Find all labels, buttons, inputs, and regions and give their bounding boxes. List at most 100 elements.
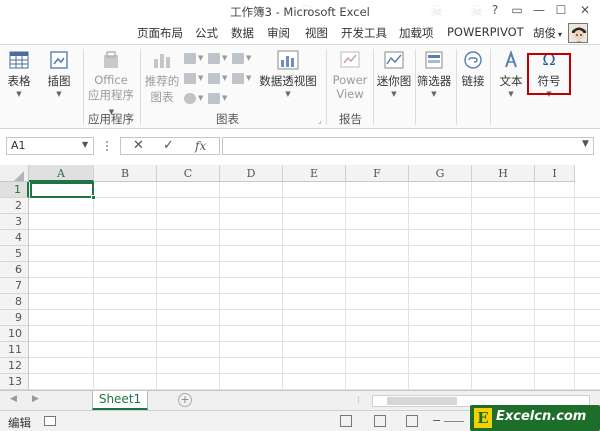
- tab-page-layout[interactable]: 页面布局: [137, 25, 183, 41]
- scatter-chart-icon[interactable]: [232, 73, 244, 84]
- column-header-f[interactable]: F: [346, 165, 409, 182]
- close-button[interactable]: ✕: [576, 1, 594, 19]
- zoom-out-button[interactable]: −: [432, 414, 441, 427]
- recommended-charts-label-line2: 图表: [150, 90, 174, 104]
- tab-developer[interactable]: 开发工具: [341, 25, 387, 41]
- chevron-down-icon: ▼: [198, 94, 204, 102]
- name-box[interactable]: A1: [6, 137, 94, 155]
- help-icon[interactable]: ?: [486, 1, 504, 19]
- chevron-down-icon: ▼: [508, 90, 514, 98]
- maximize-button[interactable]: ☐: [552, 1, 570, 19]
- worksheet-grid[interactable]: ABCDEFGHI 1 2 3 4 5 6 7 8 9 10 11 12 13: [0, 163, 600, 391]
- power-view-icon: [340, 51, 360, 68]
- chevron-down-icon: ▼: [285, 90, 291, 98]
- column-header-i[interactable]: I: [535, 165, 575, 182]
- formula-buttons: ✕ ✓ fx: [120, 137, 220, 155]
- row-header-1[interactable]: 1: [0, 182, 29, 198]
- row-header-10[interactable]: 10: [0, 326, 29, 342]
- line-chart-icon[interactable]: [208, 53, 220, 64]
- select-all-triangle-icon: [14, 171, 24, 181]
- pie-chart-icon[interactable]: [232, 53, 244, 64]
- other-charts-icon[interactable]: [208, 93, 220, 104]
- page-break-view-icon[interactable]: [406, 415, 418, 427]
- page-layout-view-icon[interactable]: [374, 415, 386, 427]
- row-header-3[interactable]: 3: [0, 214, 29, 230]
- row-header-11[interactable]: 11: [0, 342, 29, 358]
- normal-view-icon[interactable]: [340, 415, 352, 427]
- fill-handle[interactable]: [91, 195, 96, 200]
- select-all-corner[interactable]: [0, 165, 29, 182]
- row-header-9[interactable]: 9: [0, 310, 29, 326]
- radar-chart-icon[interactable]: [184, 93, 196, 104]
- sheet-tab-sheet1[interactable]: Sheet1: [92, 391, 148, 410]
- expand-formula-bar-icon[interactable]: ▼: [582, 139, 589, 149]
- text-button[interactable]: 文本 ▼: [496, 49, 526, 98]
- user-name[interactable]: 胡俊 ▾: [533, 25, 562, 41]
- next-sheet-icon[interactable]: ▶: [32, 394, 39, 404]
- links-button[interactable]: 链接: [458, 49, 488, 89]
- scrollbar-thumb[interactable]: [387, 397, 457, 405]
- row-gridline: [29, 293, 600, 294]
- zoom-slider[interactable]: [444, 421, 464, 422]
- column-header-d[interactable]: D: [220, 165, 283, 182]
- row-gridline: [29, 309, 600, 310]
- table-button[interactable]: 表格 ▼: [4, 49, 34, 98]
- macro-record-icon[interactable]: [44, 416, 56, 426]
- column-header-h[interactable]: H: [472, 165, 535, 182]
- formula-bar-grip[interactable]: [106, 141, 110, 151]
- tab-add-ins[interactable]: 加载项: [399, 25, 434, 41]
- chevron-down-icon: ▼: [222, 74, 228, 82]
- active-cell-a1[interactable]: [30, 182, 94, 198]
- tab-review[interactable]: 审阅: [267, 25, 290, 41]
- tab-data[interactable]: 数据: [231, 25, 254, 41]
- chevron-down-icon: ▼: [16, 90, 22, 98]
- row-header-13[interactable]: 13: [0, 374, 29, 390]
- column-header-g[interactable]: G: [409, 165, 472, 182]
- formula-input[interactable]: [222, 137, 594, 155]
- power-view-label-line2: View: [336, 87, 364, 101]
- minimize-button[interactable]: —: [530, 1, 548, 19]
- avatar-image: [569, 24, 587, 42]
- column-header-e[interactable]: E: [283, 165, 346, 182]
- tab-view[interactable]: 视图: [305, 25, 328, 41]
- dialog-launcher-icon[interactable]: ⌟: [318, 116, 322, 125]
- illustrations-button[interactable]: 插图 ▼: [44, 49, 74, 98]
- ribbon-display-icon[interactable]: ▭: [508, 1, 526, 19]
- symbols-highlight-box: [527, 53, 571, 95]
- column-header-b[interactable]: B: [94, 165, 157, 182]
- logo-letter: E: [474, 408, 492, 428]
- sparklines-button[interactable]: 迷你图 ▼: [374, 49, 414, 98]
- row-header-2[interactable]: 2: [0, 198, 29, 214]
- tab-formulas[interactable]: 公式: [195, 25, 218, 41]
- enter-icon[interactable]: ✓: [163, 138, 174, 154]
- row-header-7[interactable]: 7: [0, 278, 29, 294]
- slicer-button[interactable]: 筛选器 ▼: [414, 49, 454, 98]
- row-header-5[interactable]: 5: [0, 246, 29, 262]
- office-apps-button[interactable]: Office 应用程序 ▼: [86, 49, 136, 117]
- bar-chart-icon[interactable]: [184, 73, 196, 84]
- insert-function-icon[interactable]: fx: [195, 138, 206, 154]
- column-header-c[interactable]: C: [157, 165, 220, 182]
- avatar[interactable]: [568, 23, 588, 43]
- row-header-6[interactable]: 6: [0, 262, 29, 278]
- prev-sheet-icon[interactable]: ◀: [10, 394, 17, 404]
- pivot-chart-button[interactable]: 数据透视图 ▼: [258, 49, 318, 98]
- row-header-4[interactable]: 4: [0, 230, 29, 246]
- ribbon-tab-row: 页面布局 公式 数据 审阅 视图 开发工具 加载项 POWERPIVOT 胡俊 ▾: [0, 22, 600, 44]
- recommended-charts-button[interactable]: 推荐的 图表: [144, 49, 180, 105]
- chevron-down-icon[interactable]: ▼: [82, 140, 88, 149]
- new-sheet-button[interactable]: +: [178, 393, 192, 407]
- column-header-a[interactable]: A: [29, 165, 94, 182]
- power-view-button[interactable]: Power View: [330, 49, 370, 101]
- area-chart-icon[interactable]: [208, 73, 220, 84]
- name-box-value: A1: [11, 139, 26, 152]
- column-chart-icon[interactable]: [184, 53, 196, 64]
- tab-powerpivot[interactable]: POWERPIVOT: [447, 25, 524, 39]
- row-header-12[interactable]: 12: [0, 358, 29, 374]
- cancel-icon[interactable]: ✕: [133, 138, 144, 154]
- row-header-8[interactable]: 8: [0, 294, 29, 310]
- group-separator: [140, 49, 141, 125]
- office-apps-label-line1: Office: [94, 73, 128, 87]
- tab-splitter-icon[interactable]: ⋮: [355, 396, 362, 404]
- formula-bar: A1 ▼ ✕ ✓ fx ▼: [0, 129, 600, 163]
